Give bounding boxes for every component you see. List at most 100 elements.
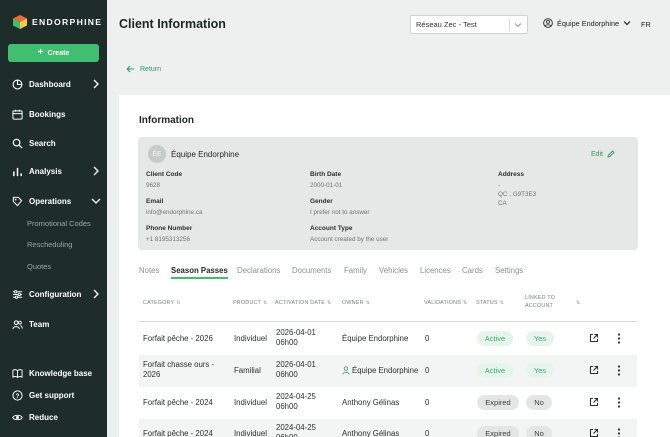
linked-badge: No [526, 395, 552, 410]
cell-owner: Anthony Gélinas [342, 398, 400, 407]
sidebar-item-reduce[interactable]: Reduce [12, 410, 100, 424]
sidebar-item-operations[interactable]: Operations [12, 194, 101, 208]
tab-notes[interactable]: Notes [139, 266, 159, 275]
tab-cards[interactable]: Cards [462, 266, 483, 275]
cell-activation-date: 2026-04-01 [276, 328, 316, 337]
tab-licences[interactable]: Licences [420, 266, 451, 275]
chevron-right-icon [93, 289, 99, 299]
tab-vehicles[interactable]: Vehicles [379, 266, 408, 275]
edit-label: Edit [590, 150, 603, 158]
account-type-label: Account Type [310, 225, 353, 232]
edit-button[interactable]: Edit [591, 150, 615, 158]
open-external-icon[interactable] [589, 365, 599, 375]
column-header-linked-label-2: ACCOUNT [525, 303, 554, 309]
email-value: info@endorphine.ca [146, 209, 203, 216]
chevron-right-icon [93, 166, 99, 176]
column-header-linked-account[interactable]: LINKED TO ACCOUNT [525, 295, 555, 309]
more-vertical-icon[interactable] [617, 365, 621, 376]
sidebar-item-search[interactable]: Search [12, 136, 100, 150]
table-row[interactable]: Forfait pêche - 2024 Individuel 2024-04-… [139, 387, 637, 419]
cell-validations: 0 [425, 334, 430, 343]
cell-owner: Équipe Endorphine [352, 366, 419, 375]
sidebar-item-dashboard[interactable]: Dashboard [12, 77, 100, 91]
column-header-validations[interactable]: VALIDATIONS ⇅ [424, 300, 467, 306]
open-external-icon[interactable] [589, 397, 599, 407]
more-vertical-icon[interactable] [617, 428, 621, 437]
chevron-down-icon [91, 198, 101, 204]
sidebar-subitem-rescheduling[interactable]: Rescheduling [27, 240, 72, 249]
cell-owner: Équipe Endorphine [342, 334, 409, 343]
tab-family[interactable]: Family [344, 266, 367, 275]
sidebar-subitem-promotional-codes[interactable]: Promotional Codes [27, 219, 91, 228]
more-vertical-icon[interactable] [617, 333, 621, 344]
plus-icon: + [37, 47, 44, 58]
sidebar-item-bookings[interactable]: Bookings [12, 107, 100, 121]
cell-category: Forfait pêche - 2026 [143, 334, 213, 343]
column-header-product-label: PRODUCT [233, 300, 262, 306]
open-external-icon[interactable] [589, 333, 599, 343]
open-external-icon[interactable] [589, 428, 599, 437]
column-header-linked-sort[interactable]: ⇅ [576, 300, 580, 306]
tab-declarations[interactable]: Declarations [237, 266, 280, 275]
section-title: Information [139, 115, 194, 126]
linked-badge: Yes [526, 331, 554, 346]
tab-settings[interactable]: Settings [495, 266, 523, 275]
sidebar-label-bookings: Bookings [29, 109, 66, 119]
sidebar-label-analysis: Analysis [29, 166, 62, 176]
sidebar-item-knowledge-base[interactable]: Knowledge base [12, 366, 100, 380]
table-row[interactable]: Forfait pêche - 2024 Individuel 2024-04-… [139, 419, 637, 437]
network-select[interactable]: Réseau Zec - Test [410, 15, 528, 34]
client-code-value: 9628 [146, 182, 161, 189]
account-menu[interactable]: Équipe Endorphine [543, 18, 631, 28]
language-toggle[interactable]: FR [641, 20, 651, 29]
more-vertical-icon[interactable] [617, 397, 621, 408]
avatar: ÉE [148, 145, 166, 163]
network-select-value: Réseau Zec - Test [416, 20, 477, 29]
column-header-category[interactable]: CATEGORY ⇅ [143, 300, 181, 306]
column-header-activation-date[interactable]: ACTIVATION DATE ⇅ [275, 300, 331, 306]
return-link[interactable]: Return [126, 65, 161, 73]
table-row[interactable]: Forfait chasse ours - 2026 Familial 2026… [139, 355, 637, 387]
column-header-activation-label: ACTIVATION DATE [275, 300, 326, 306]
cell-activation-time: 06h00 [276, 370, 298, 379]
column-header-owner[interactable]: OWNER ⇅ [342, 300, 370, 306]
sidebar-item-team[interactable]: Team [12, 317, 100, 331]
chevron-down-icon [623, 21, 631, 26]
create-button[interactable]: + Create [8, 44, 99, 62]
status-badge: Active [477, 331, 513, 346]
gender-value: I prefer not to answer [310, 209, 370, 216]
user-circle-icon [543, 18, 553, 28]
sliders-icon [12, 289, 23, 299]
column-header-linked-label-1: LINKED TO [525, 295, 556, 301]
page-title: Client Information [119, 17, 226, 31]
sidebar-item-analysis[interactable]: Analysis [12, 164, 100, 178]
select-separator [509, 19, 510, 31]
column-header-status[interactable]: STATUS ⇅ [476, 300, 504, 306]
sidebar-subitem-quotes[interactable]: Quotes [27, 262, 51, 271]
team-icon [12, 319, 23, 329]
client-info-box: ÉE Équipe Endorphine Edit Client Code 96… [138, 137, 638, 250]
cell-activation-date: 2024-04-25 [276, 423, 316, 432]
sidebar-item-get-support[interactable]: ? Get support [12, 388, 100, 402]
sidebar-label-team: Team [29, 319, 50, 329]
svg-text:?: ? [16, 392, 20, 399]
logo[interactable]: ENDORPHINE [13, 15, 102, 29]
sidebar-item-configuration[interactable]: Configuration [12, 287, 100, 301]
pencil-icon [607, 150, 615, 158]
address-line-2: QC , G9T3E3 [498, 191, 537, 198]
sort-icon: ⇅ [263, 300, 268, 306]
cell-category-line-2: 2026 [143, 370, 161, 379]
tab-season-passes[interactable]: Season Passes [171, 266, 228, 279]
table-row[interactable]: Forfait pêche - 2026 Individuel 2026-04-… [139, 323, 637, 355]
cell-validations: 0 [425, 429, 430, 437]
client-card: Information ÉE Équipe Endorphine Edit Cl… [119, 95, 670, 437]
cell-category: Forfait pêche - 2024 [143, 429, 213, 437]
create-label: Create [47, 49, 70, 57]
column-header-validations-label: VALIDATIONS [424, 300, 462, 306]
client-name: Équipe Endorphine [171, 150, 240, 159]
tab-documents[interactable]: Documents [292, 266, 331, 275]
column-header-product[interactable]: PRODUCT ⇅ [233, 300, 267, 306]
operations-icon [12, 196, 23, 206]
sidebar: ENDORPHINE + Create Dashboard Bookings S… [0, 0, 107, 437]
birth-date-label: Birth Date [310, 171, 342, 178]
